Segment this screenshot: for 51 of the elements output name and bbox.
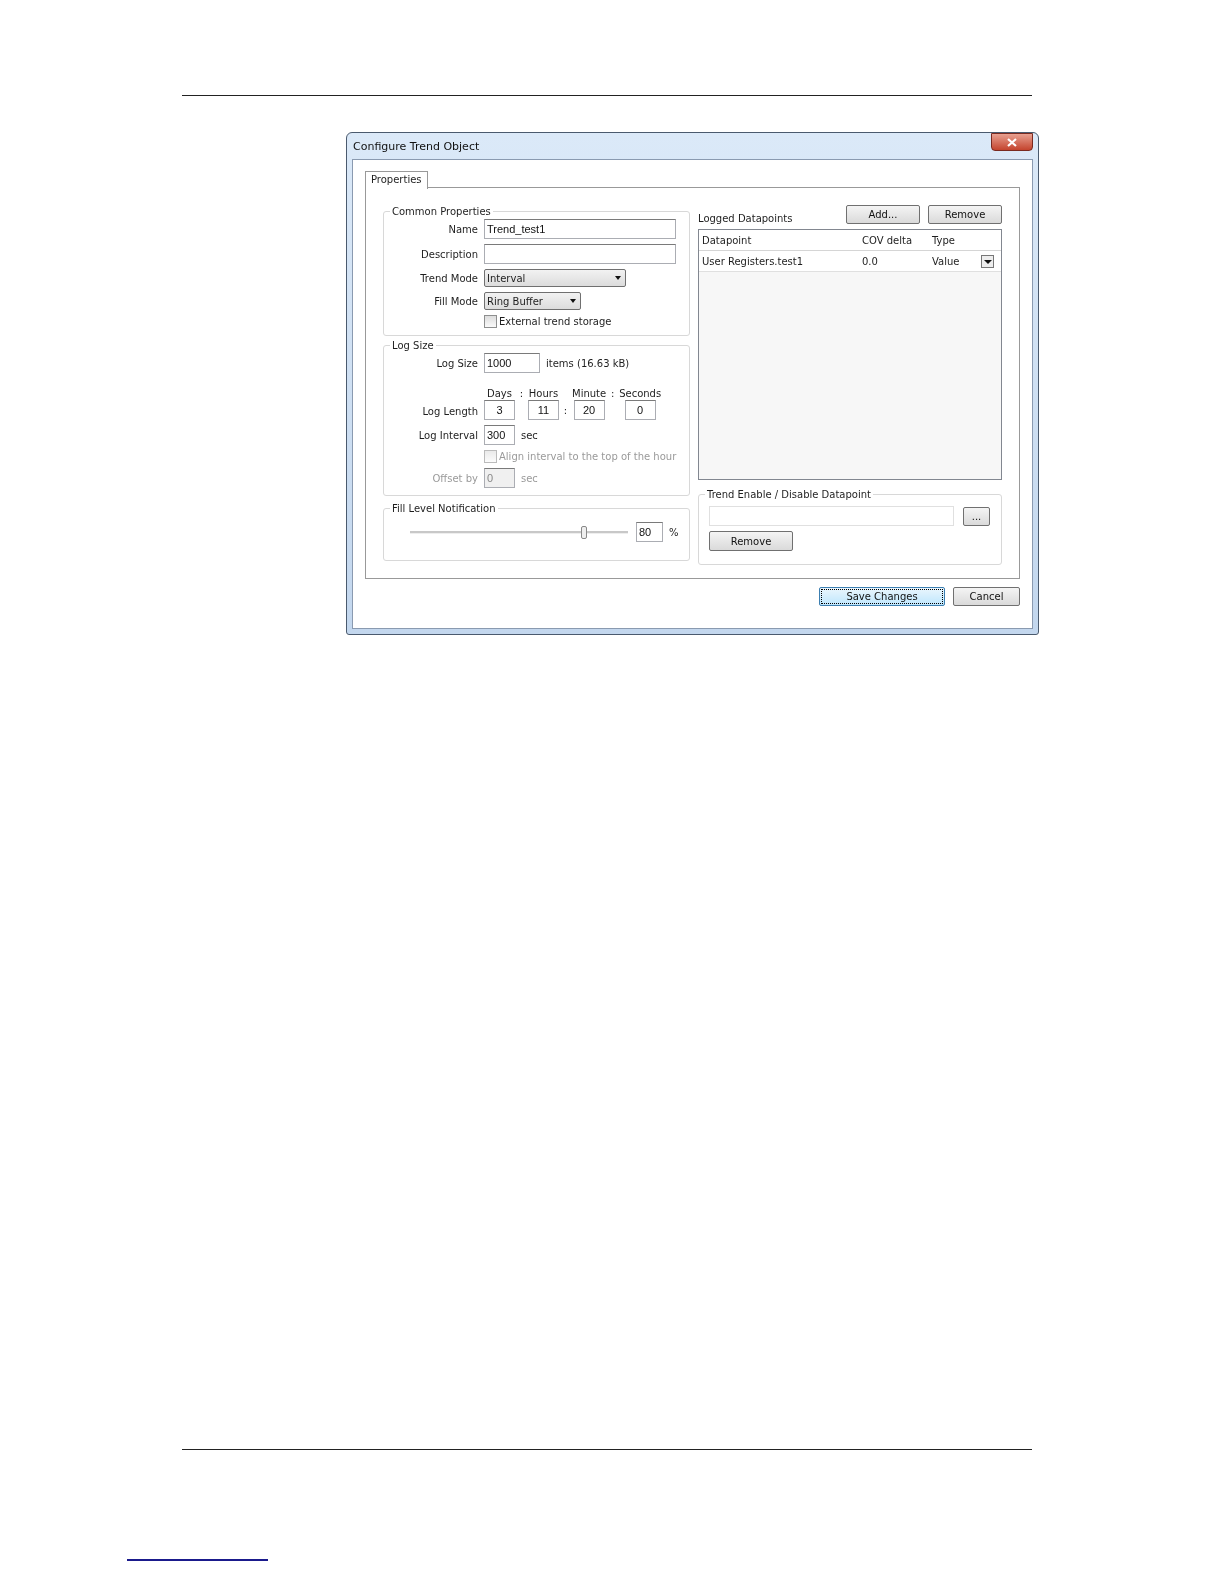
column-heading: Days	[487, 388, 512, 399]
column-header[interactable]: COV delta	[859, 234, 929, 246]
tab[interactable]: Properties	[365, 171, 428, 189]
button[interactable]: Remove	[928, 204, 1002, 224]
separator-colon: :	[563, 404, 568, 416]
input-field[interactable]: 20	[573, 400, 605, 420]
button[interactable]: Save Changes	[819, 587, 945, 606]
group-title: Common Properties	[391, 206, 492, 217]
input-field[interactable]: 80	[636, 522, 663, 542]
column-header[interactable]: Datapoint	[699, 234, 859, 246]
input-field[interactable]: 11	[528, 400, 559, 420]
input-field[interactable]: 0	[624, 400, 656, 420]
section-title: Logged Datapoints	[698, 211, 794, 224]
table-cell-text: Value	[931, 255, 961, 267]
group-title: Log Size	[391, 340, 435, 351]
table-cell-text: User Registers.test1	[701, 255, 805, 267]
input-field[interactable]: Trend_test1	[484, 219, 676, 239]
table-cell-text: 0.0	[861, 255, 879, 267]
checkbox-label: External trend storage	[499, 316, 612, 327]
field-label: Trend Mode	[419, 272, 478, 284]
table-row[interactable]: User Registers.test1 0.0 Value	[699, 251, 1001, 272]
input-field[interactable]: 1000	[484, 353, 540, 373]
dropdown[interactable]: Interval	[484, 269, 626, 287]
unit-label: %	[669, 526, 679, 538]
field-label: Name	[447, 223, 478, 235]
field-label: Log Length	[421, 406, 478, 419]
unit-label: items (16.63 kB)	[546, 357, 630, 369]
input-field[interactable]: 300	[484, 425, 515, 445]
separator-colon: :	[610, 388, 615, 399]
unit-label: sec	[521, 429, 538, 441]
column-heading: Seconds	[619, 388, 662, 399]
checkbox-label: Align interval to the top of the hour	[499, 451, 677, 462]
field-label: Log Interval	[417, 429, 478, 441]
field-label: Offset by	[431, 472, 478, 484]
button[interactable]: Cancel	[953, 587, 1020, 606]
field-label: Log Size	[435, 357, 478, 369]
browse-button[interactable]: ...	[963, 506, 990, 526]
separator-colon: :	[519, 388, 524, 399]
remove-button[interactable]: Remove	[709, 531, 793, 551]
group-title: Trend Enable / Disable Datapoint	[706, 489, 872, 500]
group-title: Fill Level Notification	[391, 503, 497, 514]
unit-label: sec	[521, 472, 538, 484]
dropdown[interactable]: Ring Buffer	[484, 292, 581, 310]
button[interactable]: Add...	[846, 204, 920, 224]
column-heading: Minute	[572, 388, 607, 399]
window-title: Configure Trend Object	[352, 139, 480, 153]
input-field[interactable]: 3	[484, 400, 515, 420]
column-heading: Hours	[528, 388, 559, 399]
field-label: Fill Mode	[433, 295, 478, 307]
column-header[interactable]: Type	[929, 234, 981, 246]
field-label: Description	[420, 248, 478, 260]
